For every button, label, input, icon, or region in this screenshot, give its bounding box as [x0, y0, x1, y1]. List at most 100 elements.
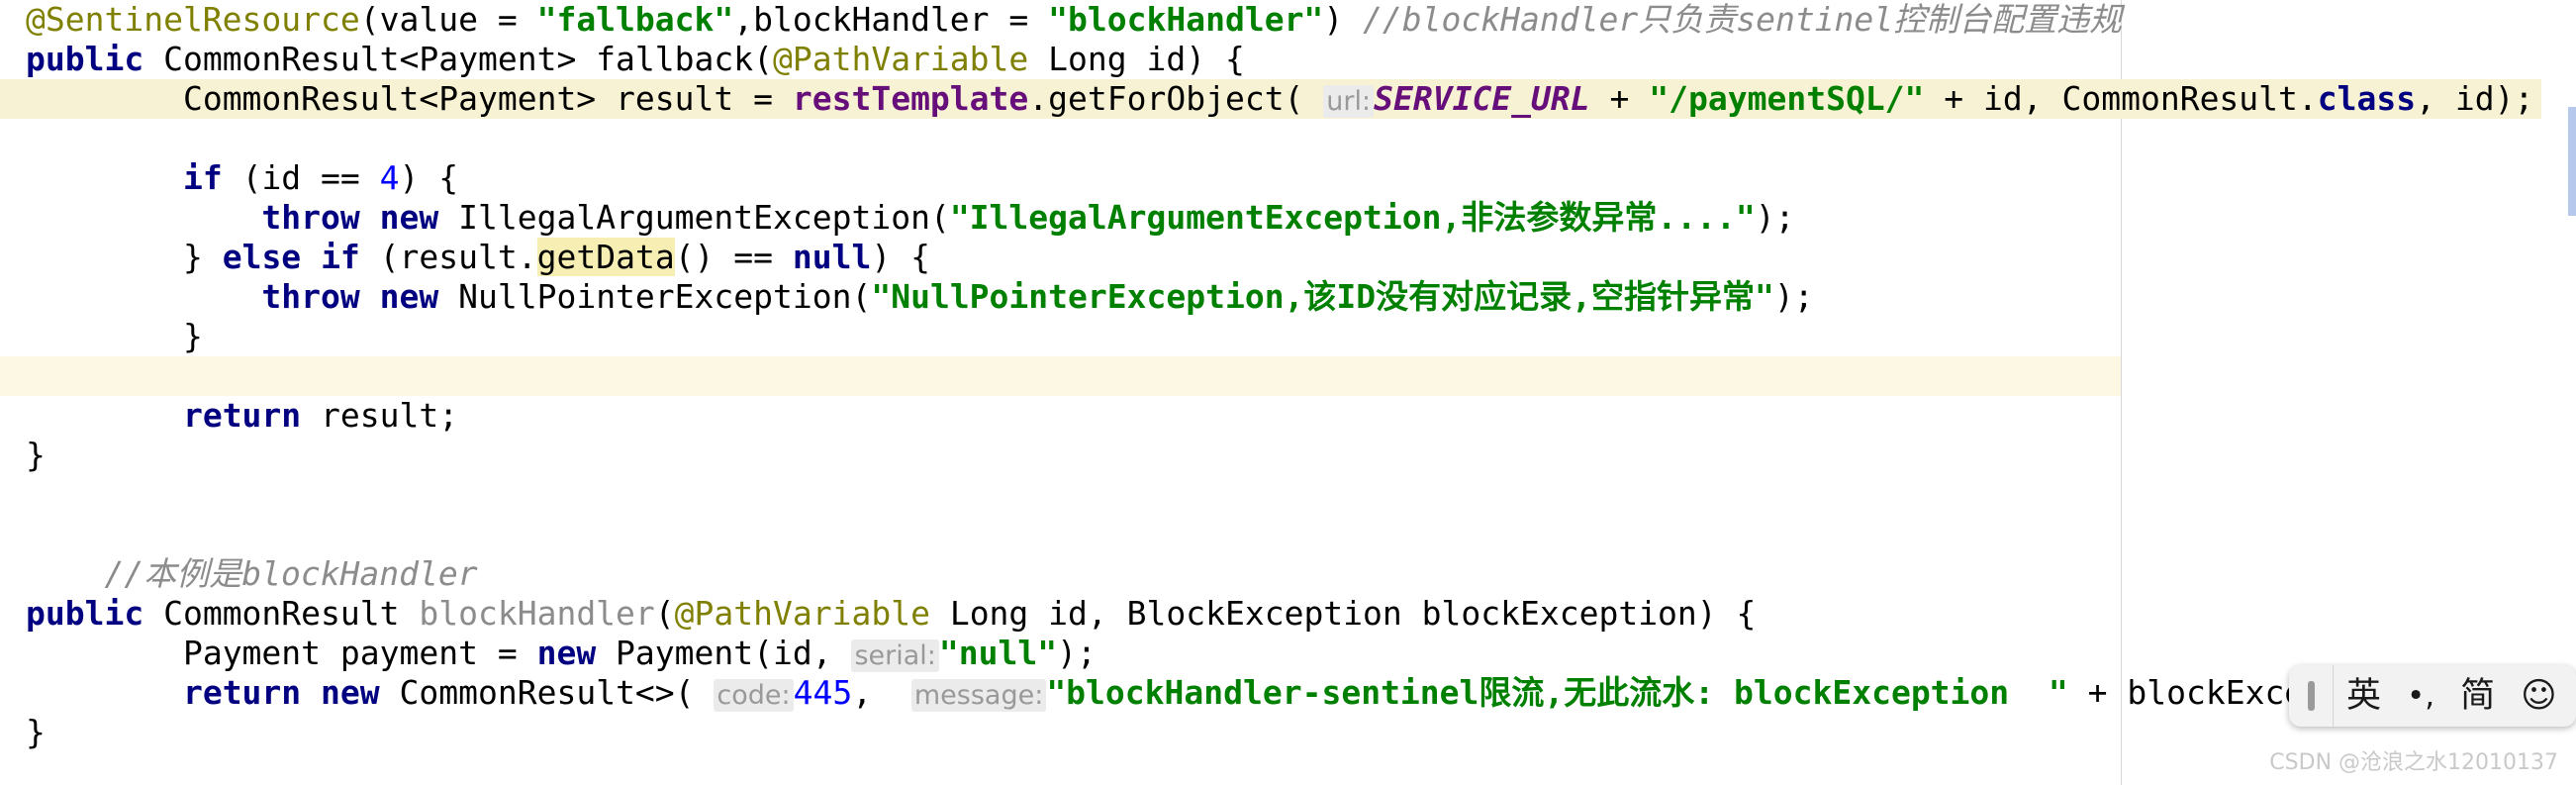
code-token-plain: ( — [654, 594, 675, 633]
code-token-hint: code: — [714, 679, 794, 712]
code-token-hint: url: — [1323, 85, 1375, 118]
code-token-str: "NullPointerException,该ID没有对应记录,空指针异常" — [871, 277, 1774, 316]
code-token-kw: public — [26, 594, 144, 633]
code-token-plain: (id == — [222, 158, 380, 197]
ime-punctuation-toggle[interactable]: •, — [2394, 665, 2447, 727]
code-token-str: "blockHandler" — [1048, 0, 1324, 39]
code-line[interactable] — [0, 475, 2576, 515]
code-token-str: "fallback" — [536, 0, 734, 39]
drag-handle-icon — [2307, 681, 2315, 711]
code-line[interactable]: } — [0, 436, 2576, 475]
code-line[interactable]: return new CommonResult<>( code:445, mes… — [0, 673, 2576, 713]
code-token-kw: new — [536, 634, 597, 672]
code-token-plain: Long id) { — [1028, 40, 1245, 78]
code-token-plain: } — [26, 713, 46, 751]
code-line[interactable]: } else if (result.getData() == null) { — [0, 238, 2576, 277]
code-token-hint: message: — [910, 679, 1047, 712]
code-line[interactable]: public CommonResult<Payment> fallback(@P… — [0, 40, 2576, 79]
code-token-plain: Payment(id, — [596, 634, 852, 672]
code-token-plain: (value = — [359, 0, 537, 39]
code-line[interactable]: if (id == 4) { — [0, 158, 2576, 198]
code-line[interactable] — [0, 356, 2576, 396]
code-token-plain: getData — [536, 238, 675, 276]
code-token-plain: (result. — [359, 238, 537, 276]
code-line[interactable]: throw new IllegalArgumentException("Ille… — [0, 198, 2576, 238]
code-token-plain: Long id, BlockException blockException) … — [929, 594, 1757, 633]
code-line[interactable]: CommonResult<Payment> result = restTempl… — [0, 79, 2542, 119]
code-line[interactable] — [0, 119, 2576, 158]
code-token-plain: + — [1589, 79, 1650, 118]
code-token-ann: @PathVariable — [674, 594, 930, 633]
code-token-plain: ) — [1323, 0, 1364, 39]
code-token-plain: CommonResult<Payment> fallback( — [143, 40, 773, 78]
code-token-kw: new — [379, 277, 439, 316]
code-token-str: "blockHandler-sentinel限流,无此流水: blockExce… — [1046, 673, 2068, 712]
code-line[interactable]: @SentinelResource(value = "fallback",blo… — [0, 0, 2576, 40]
ime-emoji-button[interactable]: ☺ — [2508, 665, 2570, 727]
code-token-kw: return — [182, 396, 302, 435]
code-line[interactable]: } — [0, 713, 2576, 752]
ime-drag-handle[interactable] — [2289, 665, 2334, 727]
code-token-cmt: //本例是blockHandler — [104, 554, 478, 593]
code-token-plain: () == — [674, 238, 793, 276]
code-line[interactable]: } — [0, 317, 2576, 356]
code-token-plain: } — [182, 317, 203, 355]
code-token-kw: new — [379, 198, 439, 237]
ime-simplified-toggle[interactable]: 简 — [2447, 665, 2508, 727]
code-line[interactable]: //本例是blockHandler — [0, 554, 2576, 594]
code-token-ann: @PathVariable — [772, 40, 1029, 78]
code-token-plain: ); — [1057, 634, 1097, 672]
code-line[interactable]: return result; — [0, 396, 2576, 436]
code-editor[interactable]: @SentinelResource(value = "fallback",blo… — [0, 0, 2576, 785]
code-token-kw: if — [182, 158, 223, 197]
code-token-kw: class — [2317, 79, 2417, 118]
code-token-plain: .getForObject( — [1028, 79, 1324, 118]
code-token-ann: @SentinelResource — [26, 0, 360, 39]
code-text-area[interactable]: @SentinelResource(value = "fallback",blo… — [0, 0, 2576, 752]
code-token-kw: throw — [261, 277, 360, 316]
code-line[interactable]: public CommonResult blockHandler(@PathVa… — [0, 594, 2576, 634]
code-token-plain: } — [182, 238, 223, 276]
code-token-fld: SERVICE_URL — [1374, 79, 1590, 118]
code-line[interactable]: throw new NullPointerException("NullPoin… — [0, 277, 2576, 317]
code-token-kw: return — [182, 673, 302, 712]
code-token-plain: ); — [1773, 277, 1814, 316]
ime-language-toggle[interactable]: 英 — [2334, 665, 2394, 727]
code-token-plain: CommonResult<>( — [379, 673, 715, 712]
code-token-plain: NullPointerException( — [438, 277, 872, 316]
code-token-plain: CommonResult<Payment> result = — [182, 79, 793, 118]
code-token-plain: result; — [301, 396, 459, 435]
code-token-plain: Payment payment = — [182, 634, 537, 672]
code-token-plain: ) { — [399, 158, 459, 197]
code-token-num: 445 — [793, 673, 853, 712]
code-token-plain: , id); — [2416, 79, 2534, 118]
code-token-str: "/paymentSQL/" — [1649, 79, 1925, 118]
code-token-num: 4 — [379, 158, 400, 197]
code-token-plain: ,blockHandler = — [733, 0, 1049, 39]
code-line[interactable] — [0, 515, 2576, 554]
code-token-str: "null" — [938, 634, 1058, 672]
code-token-plain: CommonResult — [143, 594, 420, 633]
code-token-str: "IllegalArgumentException,非法参数异常...." — [949, 198, 1756, 237]
code-token-plain: + id, CommonResult. — [1924, 79, 2318, 118]
code-token-mfield: restTemplate — [792, 79, 1029, 118]
code-line[interactable]: Payment payment = new Payment(id, serial… — [0, 634, 2576, 673]
code-token-plain: } — [26, 436, 46, 474]
ime-floating-toolbar[interactable]: 英 •, 简 ☺ — [2289, 665, 2576, 727]
code-token-plain: , — [852, 673, 911, 712]
code-token-plain: IllegalArgumentException( — [438, 198, 950, 237]
